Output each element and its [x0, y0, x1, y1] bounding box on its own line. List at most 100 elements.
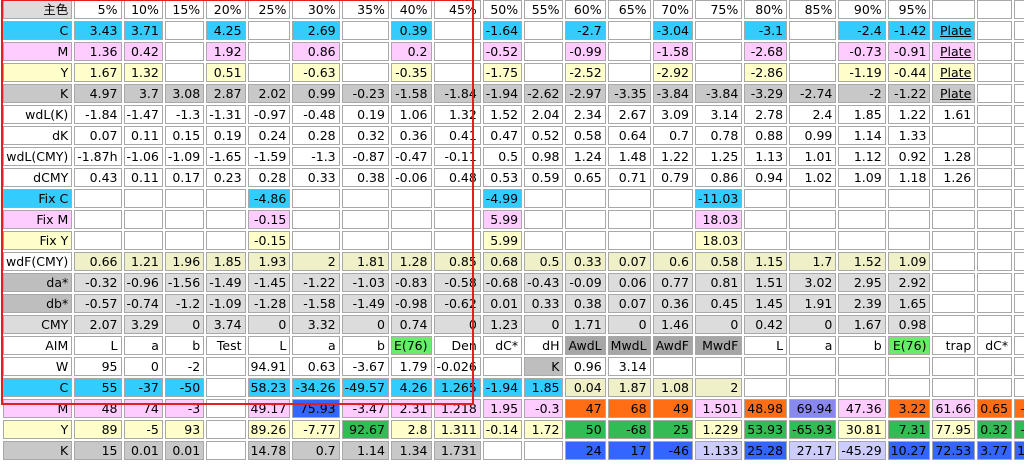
- table-row: wdF(CMY) 0.66 1.21 1.96 1.85 1.93 2 1.81 1.28 0.8…: [3, 252, 1024, 271]
- table-cell: 3.14: [607, 357, 651, 376]
- table-cell: -0.83: [390, 273, 432, 292]
- table-cell: [977, 21, 1013, 40]
- table-cell: 10%: [123, 0, 163, 19]
- table-cell: 0: [247, 315, 291, 334]
- table-cell: -0.15: [247, 210, 291, 229]
- table-cell: -0.48: [292, 105, 340, 124]
- table-cell: [1014, 21, 1024, 40]
- table-cell: 0.6: [652, 252, 693, 271]
- table-cell: [932, 231, 976, 250]
- table-cell: 0.24: [247, 126, 291, 145]
- table-cell: [652, 210, 693, 229]
- table-cell: 75.93: [292, 399, 340, 418]
- table-cell: b: [341, 336, 389, 355]
- table-cell: L: [74, 336, 122, 355]
- table-cell: 2.87: [206, 84, 246, 103]
- table-cell: -0.026: [433, 357, 481, 376]
- table-cell: [206, 357, 246, 376]
- table-cell: 0.06: [607, 273, 651, 292]
- plate-link[interactable]: Plate: [932, 42, 976, 61]
- table-cell: 70%: [652, 0, 693, 19]
- table-cell: 15%: [164, 0, 205, 19]
- table-cell: b: [164, 336, 205, 355]
- table-cell: -2.52: [565, 63, 606, 82]
- row-header-cell: C: [3, 378, 73, 397]
- plate-link[interactable]: Plate: [932, 63, 976, 82]
- table-cell: 3.29: [123, 315, 163, 334]
- table-cell: [887, 378, 931, 397]
- table-cell: [123, 210, 163, 229]
- table-cell: [206, 378, 246, 397]
- table-cell: Test: [206, 336, 246, 355]
- table-cell: [789, 42, 837, 61]
- table-cell: -1.56: [164, 273, 205, 292]
- table-cell: 1.14: [838, 126, 886, 145]
- table-cell: -0.74: [123, 294, 163, 313]
- table-cell: 4.26: [390, 378, 432, 397]
- table-cell: 1.67: [838, 315, 886, 334]
- table-cell: -1.19: [838, 63, 886, 82]
- table-cell: 1.91: [789, 294, 837, 313]
- table-cell: -1.09: [206, 294, 246, 313]
- plate-link[interactable]: Plate: [932, 21, 976, 40]
- table-cell: -45.29: [838, 441, 886, 460]
- table-cell: 50%: [482, 0, 523, 19]
- table-row: C 3.43 3.71 4.25 2.69 0.39 -1.64 -2.7 -3.04 -3.1 -…: [3, 21, 1024, 40]
- table-cell: -0.96: [123, 273, 163, 292]
- table-cell: 1.85: [838, 105, 886, 124]
- table-cell: -1.84: [74, 105, 122, 124]
- table-cell: -1.28: [247, 294, 291, 313]
- table-cell: [433, 21, 481, 40]
- table-row: AIM La b Test La b E(76) Den dC* dH AwdL MwdL AwdF Mw…: [3, 336, 1024, 355]
- table-row: C 55 -37 -50 58.23 -34.26 -49.57 4.26 1.265 -1.94…: [3, 378, 1024, 397]
- table-cell: 3.32: [292, 315, 340, 334]
- table-cell: 0.19: [341, 105, 389, 124]
- table-cell: -0.11: [433, 147, 481, 166]
- table-cell: [1014, 105, 1024, 124]
- table-cell: 1.72: [524, 420, 564, 439]
- table-cell: [1014, 63, 1024, 82]
- table-cell: 2: [694, 378, 743, 397]
- table-cell: 5.99: [482, 210, 523, 229]
- table-cell: 2.95: [838, 273, 886, 292]
- table-cell: -37: [123, 378, 163, 397]
- table-cell: 53.93: [744, 420, 788, 439]
- plate-link[interactable]: Plate: [932, 84, 976, 103]
- table-cell: [1014, 252, 1024, 271]
- table-cell: -1.75: [482, 63, 523, 82]
- table-cell: [433, 42, 481, 61]
- table-row: Fix Y -0.15 5.99 18.03: [3, 231, 1024, 250]
- table-cell: 0.33: [565, 252, 606, 271]
- table-cell: 17: [607, 441, 651, 460]
- table-cell: 3.09: [652, 105, 693, 124]
- table-cell: 0: [164, 315, 205, 334]
- table-cell: 1.24: [565, 147, 606, 166]
- table-cell: [524, 189, 564, 208]
- table-cell: 2.92: [887, 273, 931, 292]
- table-cell: [932, 378, 976, 397]
- table-cell: [887, 189, 931, 208]
- table-cell: [838, 231, 886, 250]
- table-cell: [977, 315, 1013, 334]
- table-cell: -68: [607, 420, 651, 439]
- table-cell: 3.74: [206, 315, 246, 334]
- table-cell: [1014, 126, 1024, 145]
- table-cell: [789, 231, 837, 250]
- table-cell: 25%: [247, 0, 291, 19]
- table-cell: 1.36: [74, 42, 122, 61]
- table-cell: -3.04: [652, 21, 693, 40]
- table-cell: -11.03: [694, 189, 743, 208]
- table-cell: [341, 231, 389, 250]
- table-cell: 1.32: [433, 105, 481, 124]
- table-body: 主色 5% 10% 15% 20% 25% 30% 35% 40% 45% 50% 55% 60% 65%…: [3, 0, 1024, 460]
- table-cell: [164, 189, 205, 208]
- row-header-cell: C: [3, 21, 73, 40]
- table-cell: [341, 63, 389, 82]
- table-cell: [789, 63, 837, 82]
- table-cell: 1.7: [789, 252, 837, 271]
- table-cell: [607, 63, 651, 82]
- table-cell: [1014, 0, 1024, 19]
- table-cell: [694, 357, 743, 376]
- table-cell: -0.62: [433, 294, 481, 313]
- table-cell: -3.84: [652, 84, 693, 103]
